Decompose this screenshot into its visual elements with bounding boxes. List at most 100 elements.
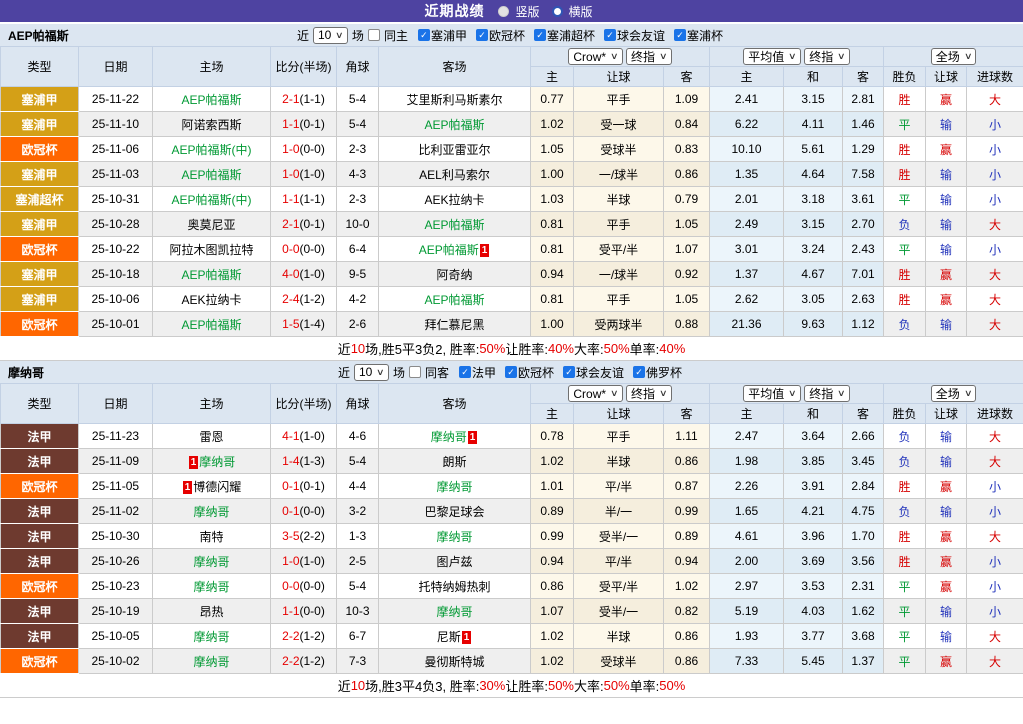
away-team[interactable]: 拜仁慕尼黑 — [424, 318, 484, 332]
league-filter-label[interactable]: 塞浦杯 — [687, 27, 723, 44]
away-team[interactable]: AEP帕福斯 — [424, 118, 484, 132]
away-team[interactable]: 朗斯 — [442, 455, 466, 469]
home-team[interactable]: AEP帕福斯 — [181, 318, 241, 332]
home-team[interactable]: 摩纳哥 — [193, 655, 229, 669]
final-avg-select[interactable]: 终指∨ — [804, 48, 850, 65]
vertical-layout-radio[interactable] — [498, 6, 509, 17]
scope-select[interactable]: 全场∨ — [931, 385, 977, 402]
away-team[interactable]: 比利亚雷亚尔 — [418, 143, 490, 157]
league-filter-label[interactable]: 球会友谊 — [617, 27, 665, 44]
match-date: 25-11-23 — [79, 424, 153, 449]
avg-home-odds: 2.49 — [710, 212, 784, 237]
odds-away: 1.09 — [664, 87, 710, 112]
result-winlose: 胜 — [884, 262, 926, 287]
home-team[interactable]: 昂热 — [199, 605, 223, 619]
bookmaker-select[interactable]: Crow*∨ — [568, 385, 622, 402]
league-filter-label[interactable]: 欧冠杯 — [489, 27, 525, 44]
away-team[interactable]: 托特纳姆热刺 — [418, 580, 490, 594]
league-badge: 塞浦甲 — [1, 162, 79, 187]
league-checkbox[interactable]: ✓ — [604, 29, 616, 41]
half-time-score: (1-0) — [300, 554, 325, 568]
final-odds-select[interactable]: 终指∨ — [626, 385, 672, 402]
league-checkbox[interactable]: ✓ — [563, 366, 575, 378]
league-filter-label[interactable]: 塞浦超杯 — [547, 27, 595, 44]
average-select[interactable]: 平均值∨ — [743, 385, 801, 402]
away-team[interactable]: AEP帕福斯 — [424, 293, 484, 307]
home-team[interactable]: AEP帕福斯 — [181, 168, 241, 182]
home-team[interactable]: 摩纳哥 — [193, 505, 229, 519]
games-count-select[interactable]: 10∨ — [313, 27, 348, 44]
final-odds-select[interactable]: 终指∨ — [626, 48, 672, 65]
league-filter-label[interactable]: 欧冠杯 — [518, 364, 554, 381]
home-team[interactable]: 摩纳哥 — [193, 555, 229, 569]
away-team[interactable]: 曼彻斯特城 — [424, 655, 484, 669]
home-team[interactable]: 奥莫尼亚 — [187, 218, 235, 232]
away-team[interactable]: 图卢兹 — [436, 555, 472, 569]
result-winlose: 胜 — [884, 524, 926, 549]
away-team[interactable]: 尼斯 — [437, 630, 461, 644]
away-team[interactable]: AEP帕福斯 — [424, 218, 484, 232]
games-count-select[interactable]: 10∨ — [354, 364, 389, 381]
away-team[interactable]: AEK拉纳卡 — [424, 193, 484, 207]
league-filter-label[interactable]: 法甲 — [472, 364, 496, 381]
home-team[interactable]: AEK拉纳卡 — [181, 293, 241, 307]
avg-home-odds: 2.00 — [710, 549, 784, 574]
home-team[interactable]: AEP帕福斯 — [181, 268, 241, 282]
match-date: 25-10-26 — [79, 549, 153, 574]
odds-away: 0.86 — [664, 449, 710, 474]
league-filter-label[interactable]: 佛罗杯 — [646, 364, 682, 381]
home-team[interactable]: 阿拉木图凯拉特 — [169, 243, 253, 257]
horizontal-layout-radio[interactable] — [552, 6, 563, 17]
league-filter-label[interactable]: 塞浦甲 — [431, 27, 467, 44]
vertical-layout-label[interactable]: 竖版 — [515, 3, 539, 20]
same-home-checkbox[interactable] — [368, 29, 380, 41]
away-team[interactable]: 艾里斯利马斯素尔 — [406, 93, 502, 107]
avg-draw-odds: 3.91 — [784, 474, 843, 499]
same-away-label[interactable]: 同客 — [425, 364, 449, 381]
away-team[interactable]: 巴黎足球会 — [424, 505, 484, 519]
home-team[interactable]: 摩纳哥 — [199, 455, 235, 469]
match-date: 25-11-10 — [79, 112, 153, 137]
away-team-cell: 巴黎足球会 — [379, 499, 531, 524]
horizontal-layout-label[interactable]: 横版 — [569, 3, 593, 20]
league-filter-label[interactable]: 球会友谊 — [576, 364, 624, 381]
bookmaker-select[interactable]: Crow*∨ — [568, 48, 622, 65]
league-checkbox[interactable]: ✓ — [459, 366, 471, 378]
away-team[interactable]: 摩纳哥 — [436, 480, 472, 494]
home-team[interactable]: 摩纳哥 — [193, 630, 229, 644]
home-team[interactable]: AEP帕福斯 — [181, 93, 241, 107]
home-team[interactable]: 南特 — [199, 530, 223, 544]
match-row: 塞浦甲25-11-22AEP帕福斯2-1(1-1)5-4艾里斯利马斯素尔0.77… — [1, 87, 1023, 112]
away-team[interactable]: 摩纳哥 — [431, 430, 467, 444]
same-away-checkbox[interactable] — [409, 366, 421, 378]
home-team[interactable]: AEP帕福斯(中) — [171, 193, 251, 207]
home-team[interactable]: 摩纳哥 — [193, 580, 229, 594]
away-team[interactable]: 摩纳哥 — [436, 605, 472, 619]
league-checkbox[interactable]: ✓ — [505, 366, 517, 378]
avg-away-odds: 1.46 — [843, 112, 884, 137]
summary-segment: 让胜率: — [505, 339, 548, 358]
league-checkbox[interactable]: ✓ — [633, 366, 645, 378]
average-select[interactable]: 平均值∨ — [743, 48, 801, 65]
away-team-cell: 曼彻斯特城 — [379, 649, 531, 674]
final-avg-select[interactable]: 终指∨ — [804, 385, 850, 402]
result-handicap: 输 — [926, 449, 967, 474]
same-home-label[interactable]: 同主 — [384, 27, 408, 44]
home-team[interactable]: 阿诺索西斯 — [181, 118, 241, 132]
home-team[interactable]: AEP帕福斯(中) — [171, 143, 251, 157]
away-team[interactable]: AEL利马索尔 — [419, 168, 490, 182]
handicap-line: 平手 — [574, 87, 664, 112]
league-checkbox[interactable]: ✓ — [418, 29, 430, 41]
league-checkbox[interactable]: ✓ — [534, 29, 546, 41]
home-team[interactable]: 博德闪耀 — [193, 480, 241, 494]
avg-away-odds: 4.75 — [843, 499, 884, 524]
col-odds-home: 主 — [531, 404, 574, 424]
away-team[interactable]: 阿奇纳 — [436, 268, 472, 282]
league-checkbox[interactable]: ✓ — [476, 29, 488, 41]
away-team[interactable]: 摩纳哥 — [436, 530, 472, 544]
home-team[interactable]: 雷恩 — [199, 430, 223, 444]
result-handicap: 赢 — [926, 262, 967, 287]
scope-select[interactable]: 全场∨ — [931, 48, 977, 65]
away-team[interactable]: AEP帕福斯 — [419, 243, 479, 257]
league-checkbox[interactable]: ✓ — [674, 29, 686, 41]
